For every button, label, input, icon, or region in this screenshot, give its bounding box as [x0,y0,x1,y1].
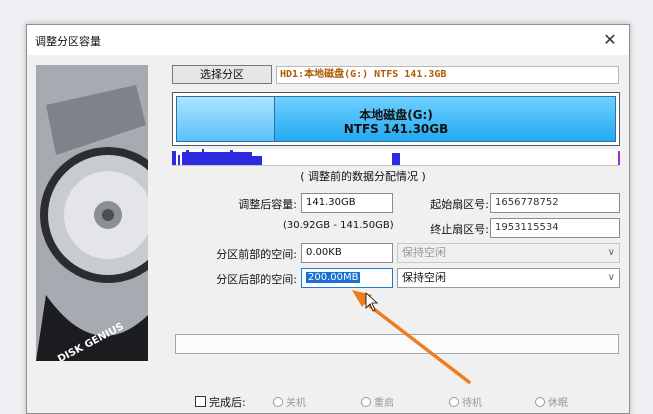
checkbox-box[interactable] [195,396,206,407]
size-range-text: (30.92GB - 141.50GB) [283,220,394,231]
space-before-select[interactable]: 保持空闲 ∨ [397,243,620,263]
disk-illustration: DISK GENIUS [36,65,148,361]
completion-checkbox[interactable]: 完成后: [195,394,246,410]
size-after-input[interactable]: 141.30GB [301,193,393,213]
end-sector-field[interactable]: 1953115534 [490,218,620,238]
space-before-option: 保持空闲 [402,246,446,259]
close-icon[interactable]: ✕ [599,29,621,51]
radio-standby[interactable]: 待机 [449,394,482,409]
space-after-value: 200.00MB [306,272,361,283]
title-bar: 调整分区容量 ✕ [27,25,629,55]
progress-bar [175,334,619,354]
radio-restart[interactable]: 重启 [361,394,394,409]
select-partition-button[interactable]: 选择分区 [172,65,272,84]
start-sector-field[interactable]: 1656778752 [490,193,620,213]
space-after-label: 分区后部的空间: [216,273,297,286]
resize-partition-dialog: 调整分区容量 ✕ DISK GENIUS 选择分区 HD1:本地磁盘(G:) N… [26,24,630,414]
dialog-title: 调整分区容量 [35,35,101,48]
start-sector-label: 起始扇区号: [430,198,489,211]
space-after-input[interactable]: 200.00MB [301,268,393,288]
partition-block[interactable]: 本地磁盘(G:) NTFS 141.30GB [176,96,616,142]
disk-info-field: HD1:本地磁盘(G:) NTFS 141.3GB [276,66,619,84]
partition-name: 本地磁盘(G:) [359,108,433,122]
partition-bar[interactable]: 本地磁盘(G:) NTFS 141.30GB [172,92,620,146]
size-after-label: 调整后容量: [238,198,297,211]
radio-shutdown[interactable]: 关机 [273,394,306,409]
map-caption: ( 调整前的数据分配情况 ) [300,170,426,183]
space-after-option: 保持空闲 [402,271,446,284]
partition-detail: NTFS 141.30GB [343,122,449,136]
space-after-select[interactable]: 保持空闲 ∨ [397,268,620,288]
space-before-label: 分区前部的空间: [216,248,297,261]
radio-hibernate[interactable]: 休眠 [535,394,568,409]
end-sector-label: 终止扇区号: [430,223,489,236]
completion-label: 完成后: [209,396,246,409]
chevron-down-icon: ∨ [607,247,615,258]
chevron-down-icon: ∨ [607,272,615,283]
space-before-input[interactable]: 0.00KB [301,243,393,263]
data-distribution-map [172,149,620,166]
